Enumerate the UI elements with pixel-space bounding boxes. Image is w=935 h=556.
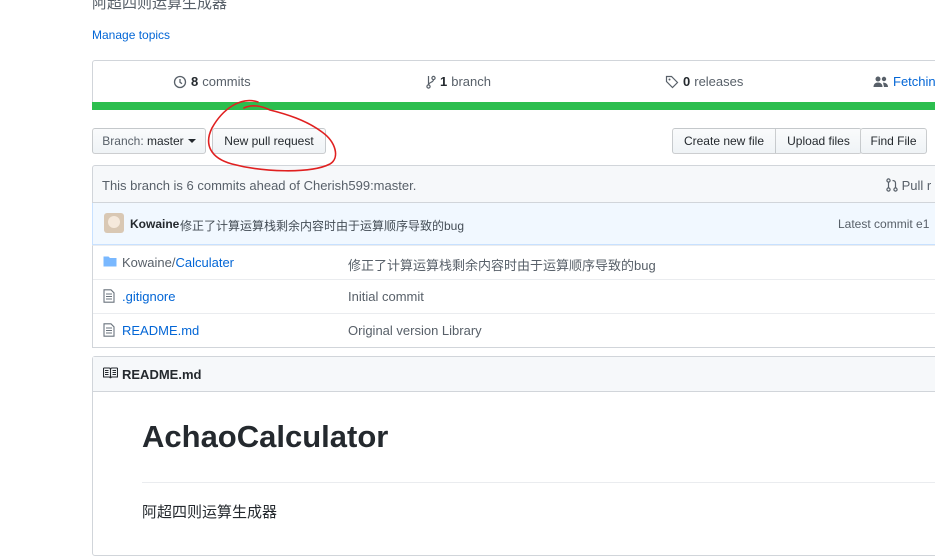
branch-count: 1 — [440, 74, 448, 89]
latest-commit-bar: Kowaine 修正了计算运算栈剩余内容时由于运算顺序导致的bug Latest… — [92, 203, 935, 245]
divider — [142, 482, 935, 483]
file-list: Kowaine/Calculater 修正了计算运算栈剩余内容时由于运算顺序导致… — [92, 245, 935, 348]
chevron-down-icon — [187, 139, 196, 143]
history-icon — [173, 75, 187, 88]
avatar[interactable] — [104, 213, 124, 233]
people-icon — [873, 76, 888, 87]
commits-link[interactable]: 8 commits — [173, 74, 251, 89]
tag-icon — [665, 75, 679, 88]
create-new-file-button[interactable]: Create new file — [672, 128, 776, 154]
readme-heading: AchaoCalculator — [142, 419, 389, 454]
repo-description: 阿超四则运算生成器 — [92, 0, 228, 12]
new-pull-request-button[interactable]: New pull request — [212, 128, 326, 154]
pull-request-label: Pull r — [901, 178, 932, 193]
contributors-link[interactable]: Fetchin — [873, 74, 935, 89]
pull-request-link[interactable]: Pull r — [886, 178, 931, 193]
language-bar[interactable] — [92, 102, 935, 110]
releases-count: 0 — [683, 74, 691, 89]
folder-icon — [103, 255, 117, 270]
ahead-text: This branch is 6 commits ahead of Cheris… — [102, 178, 417, 193]
readme-panel: README.md AchaoCalculator 阿超四则运算生成器 — [92, 356, 935, 556]
list-item[interactable]: README.md Original version Library — [93, 313, 935, 347]
readme-filename[interactable]: README.md — [122, 367, 201, 382]
commits-count: 8 — [191, 74, 199, 89]
find-file-button[interactable]: Find File — [860, 128, 927, 154]
readme-paragraph: 阿超四则运算生成器 — [142, 504, 278, 521]
branch-name: master — [147, 134, 184, 148]
commits-label: commits — [202, 74, 251, 89]
file-commit-message[interactable]: Initial commit — [348, 289, 424, 304]
pull-request-icon — [886, 178, 898, 192]
latest-commit-label[interactable]: Latest commit e1 — [838, 217, 929, 231]
branch-ahead-notice: This branch is 6 commits ahead of Cheris… — [92, 165, 935, 203]
contributors-label: Fetchin — [893, 74, 935, 89]
list-item[interactable]: .gitignore Initial commit — [93, 279, 935, 313]
manage-topics-link[interactable]: Manage topics — [92, 28, 170, 42]
book-icon — [102, 367, 119, 382]
branch-label: branch — [451, 74, 491, 89]
branch-select-button[interactable]: Branch: master — [92, 128, 206, 154]
upload-files-button[interactable]: Upload files — [775, 128, 862, 154]
releases-link[interactable]: 0 releases — [665, 74, 743, 89]
commit-author[interactable]: Kowaine — [130, 217, 179, 231]
readme-header: README.md — [93, 357, 935, 392]
file-commit-message[interactable]: 修正了计算运算栈剩余内容时由于运算顺序导致的bug — [348, 255, 656, 274]
releases-label: releases — [694, 74, 744, 89]
branches-link[interactable]: 1 branch — [426, 74, 491, 89]
file-commit-message[interactable]: Original version Library — [348, 323, 482, 338]
numbers-summary: 8 commits 1 branch 0 releases Fetchin — [92, 60, 935, 103]
branch-icon — [426, 75, 436, 89]
commit-message[interactable]: 修正了计算运算栈剩余内容时由于运算顺序导致的bug — [180, 217, 464, 234]
file-name[interactable]: Calculater — [175, 255, 234, 270]
file-icon — [103, 289, 115, 306]
file-name[interactable]: README.md — [122, 323, 199, 338]
file-icon — [103, 323, 115, 340]
branch-prefix: Branch: — [102, 134, 144, 148]
file-name[interactable]: .gitignore — [122, 289, 175, 304]
list-item[interactable]: Kowaine/Calculater 修正了计算运算栈剩余内容时由于运算顺序导致… — [93, 246, 935, 279]
folder-prefix: Kowaine/ — [122, 255, 176, 270]
